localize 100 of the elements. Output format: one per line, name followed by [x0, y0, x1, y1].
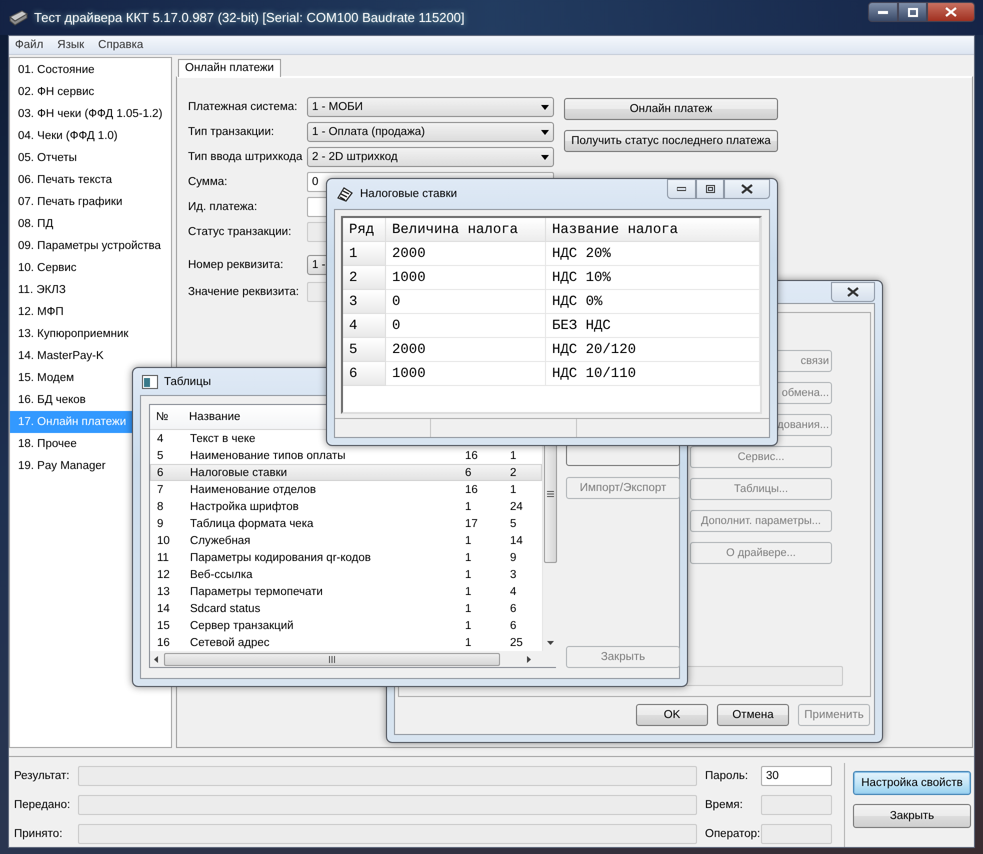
left-arrow-icon[interactable] — [154, 656, 158, 662]
window-icon — [142, 374, 158, 388]
sidebar-item[interactable]: 10. Сервис — [10, 257, 171, 279]
table-cell-text: 24 — [509, 500, 524, 512]
table-cell[interactable]: 2000 — [386, 242, 546, 266]
app-icon — [336, 186, 354, 202]
dropdown[interactable]: 1 - Оплата (продажа) — [307, 122, 554, 142]
table-cell[interactable]: 0 — [386, 290, 546, 314]
maximize-icon — [706, 185, 714, 193]
dropdown[interactable]: 2 - 2D штрихкод — [307, 147, 554, 167]
maximize-button[interactable] — [898, 2, 927, 22]
sidebar-item[interactable]: 06. Печать текста — [10, 169, 171, 191]
horizontal-scrollbar[interactable] — [150, 651, 557, 667]
menu-item[interactable]: Язык — [57, 39, 84, 51]
table-cell-text: 11 — [156, 552, 170, 564]
sidebar-item[interactable]: 03. ФН чеки (ФФД 1.05-1.2) — [10, 103, 171, 125]
dialog-button[interactable]: Настройка свойств — [853, 771, 971, 795]
table-row[interactable]: 11 Параметры кодирования qr-кодов 1 9 — [150, 549, 542, 566]
table-cell[interactable]: БЕЗ НДС — [546, 314, 760, 338]
maximize-button[interactable] — [696, 179, 724, 199]
table-cell-text: 4 — [156, 432, 164, 444]
dropdown-arrow-icon — [541, 130, 549, 134]
table-cell-text: 6 — [156, 466, 164, 478]
table-cell-text: 13 — [156, 586, 171, 598]
field-label: Значение реквизита: — [188, 286, 300, 298]
dialog-button[interactable]: OK — [636, 704, 708, 726]
menu-item[interactable]: Справка — [98, 39, 144, 51]
minimize-button[interactable] — [667, 179, 696, 199]
table-cell-text: Сетевой адрес — [189, 636, 270, 648]
sidebar-item[interactable]: 05. Отчеты — [10, 147, 171, 169]
table-row[interactable]: 14 Sdcard status 1 6 — [150, 600, 542, 617]
table-row[interactable]: 16 Сетевой адрес 1 25 — [150, 634, 542, 651]
sidebar-item[interactable]: 09. Параметры устройства — [10, 235, 171, 257]
table-cell-text: Наименование типов оплаты — [189, 450, 347, 462]
table-cell-text: 6 — [509, 602, 518, 614]
table-cell[interactable]: 2000 — [386, 338, 546, 362]
table-cell-text: 6 — [464, 466, 472, 478]
covered-button[interactable] — [566, 444, 680, 466]
column-header[interactable]: Величина налога — [386, 218, 546, 242]
sidebar-item[interactable]: 08. ПД — [10, 213, 171, 235]
column-header[interactable]: Ряд — [343, 218, 386, 242]
table-row[interactable]: 6 Налоговые ставки 6 2 — [150, 464, 542, 481]
right-arrow-icon[interactable] — [527, 656, 531, 662]
table-row[interactable]: 5 Наименование типов оплаты 16 1 — [150, 447, 542, 464]
settings-button[interactable]: Дополнит. параметры... — [690, 510, 832, 532]
table-cell-text: 16 — [464, 484, 479, 496]
table-cell-text: 17 — [464, 518, 479, 530]
table-cell-text: 1 — [464, 636, 472, 648]
table-cell-text: 9 — [509, 552, 518, 564]
action-button[interactable]: Получить статус последнего платежа — [564, 130, 778, 152]
dialog-button[interactable]: Закрыть — [853, 804, 971, 828]
dialog-button[interactable]: Отмена — [717, 704, 789, 726]
table-cell[interactable]: 1000 — [386, 266, 546, 290]
settings-button[interactable]: О драйвере... — [690, 542, 832, 564]
sidebar-item[interactable]: 13. Купюроприемник — [10, 323, 171, 345]
field-label: Статус транзакции: — [188, 226, 292, 238]
table-cell-text: 2 — [509, 466, 518, 478]
settings-button[interactable]: Таблицы... — [690, 478, 832, 500]
field-label: Сумма: — [188, 176, 228, 188]
dialog-button[interactable]: Закрыть — [566, 646, 680, 668]
table-cell-text: 6 — [509, 620, 518, 632]
table-cell-text: Веб-ссылка — [189, 568, 254, 580]
sidebar-item[interactable]: 11. ЭКЛЗ — [10, 279, 171, 301]
sidebar-item[interactable]: 02. ФН сервис — [10, 81, 171, 103]
table-cell[interactable]: НДС 10/110 — [546, 362, 760, 386]
menu-item[interactable]: Файл — [15, 39, 44, 51]
table-cell[interactable]: НДС 20% — [546, 242, 760, 266]
sidebar-item[interactable]: 14. MasterPay-K — [10, 345, 171, 367]
settings-button[interactable]: Сервис... — [690, 446, 832, 468]
table-cell[interactable]: НДС 0% — [546, 290, 760, 314]
action-button[interactable]: Онлайн платеж — [564, 98, 778, 120]
table-row[interactable]: 8 Настройка шрифтов 1 24 — [150, 498, 542, 515]
table-row[interactable]: 12 Веб-ссылка 1 3 — [150, 566, 542, 583]
input-field[interactable]: 30 — [761, 766, 832, 786]
table-cell[interactable]: 1000 — [386, 362, 546, 386]
table-cell[interactable]: 0 — [386, 314, 546, 338]
sidebar-item[interactable]: 04. Чеки (ФФД 1.0) — [10, 125, 171, 147]
sidebar-item[interactable]: 01. Состояние — [10, 59, 171, 81]
table-row[interactable]: 13 Параметры термопечати 1 4 — [150, 583, 542, 600]
close-button[interactable] — [831, 282, 875, 302]
table-row[interactable]: 7 Наименование отделов 16 1 — [150, 481, 542, 498]
dialog-button[interactable]: Импорт/Экспорт — [566, 477, 680, 499]
table-cell-text: 25 — [509, 636, 524, 648]
table-row[interactable]: 10 Служебная 1 14 — [150, 532, 542, 549]
table-cell[interactable]: НДС 10% — [546, 266, 760, 290]
close-button[interactable] — [724, 179, 770, 199]
column-header[interactable]: Название налога — [546, 218, 760, 242]
dropdown[interactable]: 1 - МОБИ — [307, 97, 554, 117]
printer-icon — [8, 10, 28, 26]
sidebar-item[interactable]: 12. МФП — [10, 301, 171, 323]
table-row[interactable]: 15 Сервер транзакций 1 6 — [150, 617, 542, 634]
down-arrow-icon[interactable] — [546, 641, 554, 645]
table-row[interactable]: 9 Таблица формата чека 17 5 — [150, 515, 542, 532]
sidebar-item[interactable]: 07. Печать графики — [10, 191, 171, 213]
minimize-button[interactable] — [868, 2, 898, 22]
field-label: Время: — [705, 799, 744, 811]
tab[interactable]: Онлайн платежи — [178, 59, 281, 77]
close-icon — [847, 287, 859, 297]
close-button[interactable] — [927, 2, 975, 22]
table-cell[interactable]: НДС 20/120 — [546, 338, 760, 362]
